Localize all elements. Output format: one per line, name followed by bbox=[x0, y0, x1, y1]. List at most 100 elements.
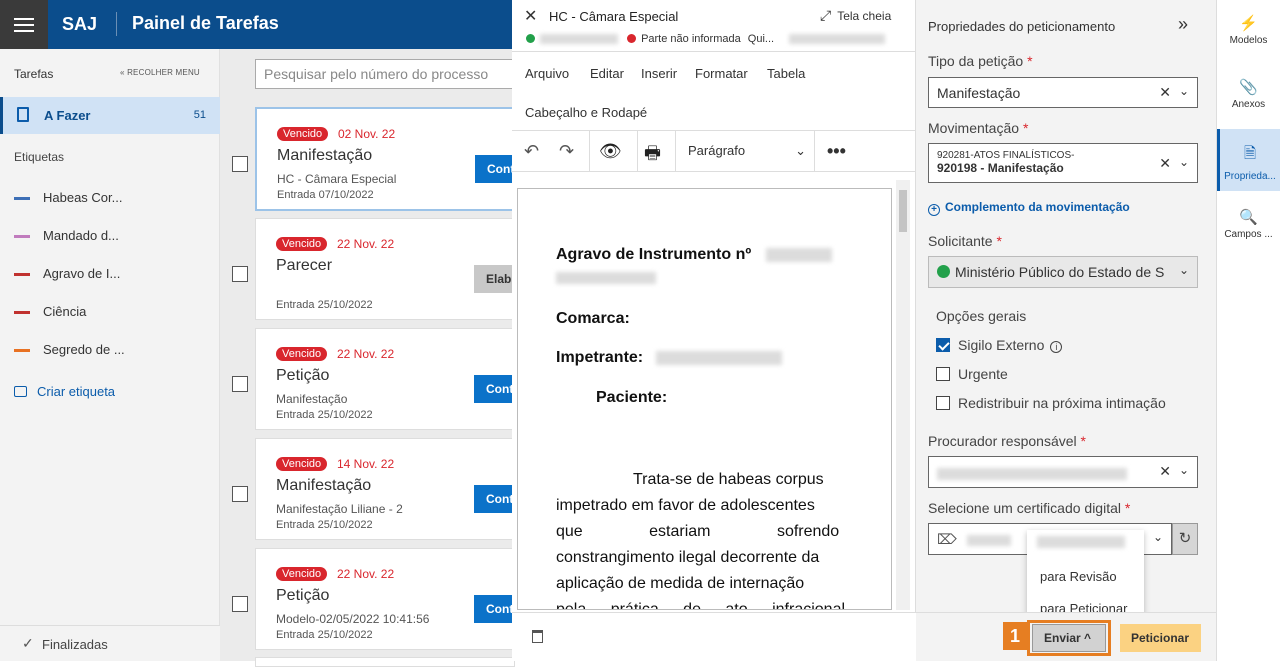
requester-select[interactable]: Ministério Público do Estado de S ⌄ bbox=[928, 256, 1198, 288]
doc-redacted-line bbox=[556, 269, 656, 287]
task-card[interactable]: Vencido 22 Nov. 22 Petição Manifestação … bbox=[255, 328, 518, 430]
tags-header: Etiquetas bbox=[14, 150, 65, 164]
movement-complement-link[interactable]: + Complemento da movimentação bbox=[928, 200, 1130, 216]
remove-party-icon[interactable] bbox=[627, 34, 637, 43]
petition-type-select[interactable]: Manifestação ✕ ⌄ bbox=[928, 77, 1198, 108]
menu-item-para-revisao[interactable]: para Revisão bbox=[1040, 569, 1117, 584]
chevron-down-icon[interactable]: ⌄ bbox=[1174, 263, 1189, 277]
rail-label: Proprieda... bbox=[1224, 171, 1276, 182]
menu-insert[interactable]: Inserir bbox=[641, 66, 677, 81]
task-subtitle: Manifestação Liliane - 2 bbox=[276, 502, 403, 516]
top-bar: SAJ Painel de Tarefas bbox=[0, 0, 512, 49]
task-checkbox[interactable] bbox=[232, 376, 248, 392]
tag-color-bar bbox=[14, 235, 30, 238]
chevron-down-icon[interactable]: ⌄ bbox=[1153, 530, 1163, 544]
collapse-menu-button[interactable]: « RECOLHER MENU bbox=[120, 68, 200, 77]
rail-item-propriedades[interactable]: 🗎 Proprieda... bbox=[1217, 129, 1280, 191]
document-scrollbar[interactable] bbox=[896, 180, 910, 610]
task-card[interactable] bbox=[255, 657, 515, 667]
clear-icon[interactable]: ✕ bbox=[1159, 155, 1171, 172]
finalized-section[interactable]: ✓ Finalizadas bbox=[0, 625, 220, 661]
close-icon[interactable]: ✕ bbox=[524, 6, 537, 26]
tag-item[interactable]: Segredo de ... bbox=[14, 342, 214, 362]
right-rail: ⚡ Modelos 📎 Anexos 🗎 Proprieda... 🔍 Campos .… bbox=[1216, 0, 1280, 661]
rail-item-anexos[interactable]: 📎 Anexos bbox=[1217, 64, 1280, 126]
more-options-icon[interactable]: ••• bbox=[827, 141, 846, 162]
menu-table[interactable]: Tabela bbox=[767, 66, 805, 81]
brand-logo[interactable]: SAJ bbox=[62, 14, 97, 35]
undo-icon[interactable]: ↶ bbox=[524, 141, 539, 162]
task-card[interactable]: Vencido 22 Nov. 22 Petição Modelo-02/05/… bbox=[255, 548, 518, 650]
petition-button[interactable]: Peticionar bbox=[1120, 624, 1201, 652]
redacted-attorney bbox=[937, 468, 1127, 481]
doc-impetrante: Impetrante: bbox=[556, 349, 644, 366]
status-badge: Vencido bbox=[276, 567, 328, 581]
requester-value: Ministério Público do Estado de S bbox=[955, 264, 1165, 280]
checkbox[interactable] bbox=[936, 367, 950, 381]
task-checkbox[interactable] bbox=[232, 486, 248, 502]
hamburger-menu-icon[interactable] bbox=[0, 0, 48, 49]
search-input[interactable]: Pesquisar pelo número do processo bbox=[255, 59, 515, 89]
collapse-panel-icon[interactable]: » bbox=[1178, 14, 1188, 35]
rail-item-modelos[interactable]: ⚡ Modelos bbox=[1217, 0, 1280, 62]
tag-item[interactable]: Agravo de I... bbox=[14, 266, 214, 286]
chevron-down-icon[interactable]: ⌄ bbox=[1179, 84, 1189, 98]
sidebar-item-a-fazer[interactable]: A Fazer 51 bbox=[0, 97, 220, 134]
option-sigilo-externo[interactable]: Sigilo Externo i bbox=[936, 337, 1063, 353]
create-tag-link[interactable]: Criar etiqueta bbox=[14, 384, 115, 399]
tag-color-bar bbox=[14, 349, 30, 352]
menu-file[interactable]: Arquivo bbox=[525, 66, 569, 81]
option-urgente[interactable]: Urgente bbox=[936, 366, 1008, 382]
party-extra-label: Qui... bbox=[747, 33, 775, 45]
attorney-select[interactable]: ✕ ⌄ bbox=[928, 456, 1198, 488]
tag-label: Agravo de I... bbox=[43, 266, 121, 281]
paragraph-style-select[interactable]: Parágrafo ⌄ bbox=[688, 143, 806, 159]
task-checkbox[interactable] bbox=[232, 266, 248, 282]
preview-eye-icon[interactable]: 👁 bbox=[599, 141, 622, 162]
tag-color-bar bbox=[14, 311, 30, 314]
rail-item-campos[interactable]: 🔍 Campos ... bbox=[1217, 194, 1280, 256]
task-entry-date: Entrada 25/10/2022 bbox=[276, 519, 373, 531]
clear-icon[interactable]: ✕ bbox=[1159, 84, 1171, 101]
option-redistribuir[interactable]: Redistribuir na próxima intimação bbox=[936, 395, 1166, 411]
redacted-option[interactable] bbox=[1037, 536, 1125, 548]
party-missing-label: Parte não informada bbox=[641, 33, 741, 45]
task-title: Manifestação bbox=[276, 477, 372, 494]
checkbox[interactable] bbox=[936, 396, 950, 410]
chevron-down-icon[interactable]: ⌄ bbox=[1179, 155, 1189, 169]
chevron-down-icon[interactable]: ⌄ bbox=[1179, 463, 1189, 477]
status-badge: Vencido bbox=[276, 237, 328, 251]
redo-icon[interactable]: ↷ bbox=[559, 141, 574, 162]
tag-item[interactable]: Habeas Cor... bbox=[14, 190, 214, 210]
task-card[interactable]: Vencido 14 Nov. 22 Manifestação Manifest… bbox=[255, 438, 518, 540]
info-icon[interactable]: i bbox=[1050, 341, 1063, 353]
field-label: Procurador responsável * bbox=[928, 433, 1086, 449]
fullscreen-button[interactable]: ⤢ Tela cheia bbox=[820, 7, 891, 24]
task-card[interactable]: Vencido 22 Nov. 22 Parecer Entrada 25/10… bbox=[255, 218, 518, 320]
status-badge: Vencido bbox=[276, 457, 328, 471]
doc-body-line: que estariam sofrendo bbox=[556, 523, 840, 540]
document-page[interactable]: Agravo de Instrumento nº Comarca: Impetr… bbox=[517, 188, 892, 610]
clear-icon[interactable]: ✕ bbox=[1159, 463, 1171, 480]
doc-body-line: Trata-se de habeas corpus bbox=[633, 471, 824, 488]
movement-select[interactable]: 920281-ATOS FINALÍSTICOS- 920198 - Manif… bbox=[928, 143, 1198, 183]
doc-impetrante-line: Impetrante: bbox=[556, 349, 782, 367]
tag-item[interactable]: Mandado d... bbox=[14, 228, 214, 248]
menu-format[interactable]: Formatar bbox=[695, 66, 748, 81]
tag-item[interactable]: Ciência bbox=[14, 304, 214, 324]
task-entry-date: Entrada 25/10/2022 bbox=[276, 409, 373, 421]
toolbar-divider bbox=[814, 131, 815, 171]
trash-icon[interactable] bbox=[532, 630, 543, 643]
certificate-label: Selecione um certificado digital bbox=[928, 500, 1121, 516]
add-circle-icon bbox=[937, 265, 950, 278]
menu-header-footer[interactable]: Cabeçalho e Rodapé bbox=[525, 105, 647, 120]
menu-edit[interactable]: Editar bbox=[590, 66, 624, 81]
add-party-icon[interactable] bbox=[526, 34, 535, 43]
scroll-thumb[interactable] bbox=[899, 190, 907, 232]
task-card[interactable]: Vencido 02 Nov. 22 Manifestação HC - Câm… bbox=[255, 107, 519, 211]
task-checkbox[interactable] bbox=[232, 596, 248, 612]
checkbox-checked[interactable] bbox=[936, 338, 950, 352]
print-icon[interactable]: 🖶 bbox=[644, 141, 661, 171]
refresh-icon[interactable]: ↻ bbox=[1172, 523, 1198, 555]
task-checkbox[interactable] bbox=[232, 156, 248, 172]
